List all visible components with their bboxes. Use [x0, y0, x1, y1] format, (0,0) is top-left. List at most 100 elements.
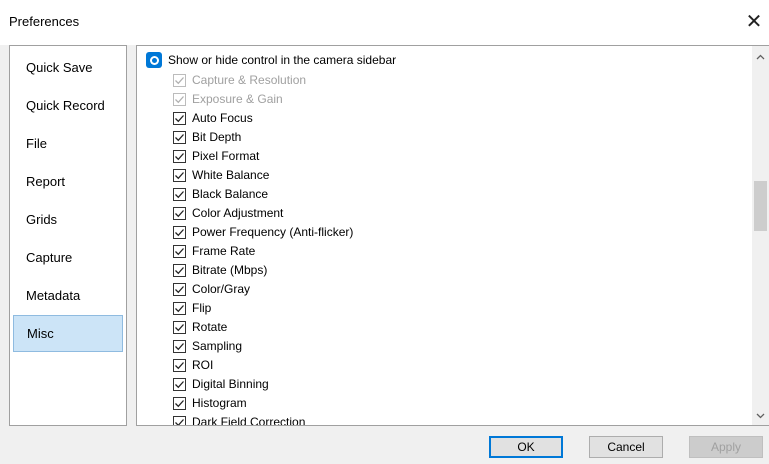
option-label: Exposure & Gain	[192, 92, 283, 106]
option-checkbox-row[interactable]: Flip	[173, 299, 211, 317]
scrollbar-thumb[interactable]	[754, 181, 767, 231]
checkbox[interactable]	[173, 130, 186, 144]
chevron-up-icon[interactable]	[752, 48, 769, 65]
sidebar-item-capture[interactable]: Capture	[13, 241, 123, 274]
sidebar-item-label: Grids	[26, 212, 58, 227]
option-label: Auto Focus	[192, 111, 253, 125]
checkmark-icon	[175, 95, 184, 103]
checkbox[interactable]	[173, 244, 186, 258]
option-checkbox-row[interactable]: Dark Field Correction	[173, 413, 306, 426]
checkmark-icon	[175, 418, 184, 425]
checkmark-icon	[175, 190, 184, 198]
dialog-body: Quick Save Quick Record File Report Grid…	[0, 45, 769, 464]
checkbox[interactable]	[173, 415, 186, 425]
option-label: Bitrate (Mbps)	[192, 263, 268, 277]
option-label: ROI	[192, 358, 214, 372]
option-checkbox-row[interactable]: Frame Rate	[173, 242, 255, 260]
option-label: Color/Gray	[192, 282, 251, 296]
checkmark-icon	[175, 171, 184, 179]
checkbox[interactable]	[173, 377, 186, 391]
checkmark-icon	[175, 247, 184, 255]
checkbox[interactable]	[173, 263, 186, 277]
checkbox[interactable]	[173, 320, 186, 334]
vertical-scrollbar[interactable]	[752, 46, 769, 425]
option-label: Frame Rate	[192, 244, 256, 258]
ok-button[interactable]: OK	[489, 436, 563, 458]
sidebar-item-label: Report	[26, 174, 66, 189]
checkmark-icon	[175, 152, 184, 160]
option-checkbox-row[interactable]: Color Adjustment	[173, 204, 283, 222]
sidebar-item-file[interactable]: File	[13, 127, 123, 160]
checkmark-icon	[175, 114, 184, 122]
option-checkbox-row[interactable]: Digital Binning	[173, 375, 269, 393]
option-label: Rotate	[192, 320, 228, 334]
checkmark-icon	[175, 399, 184, 407]
option-checkbox-row[interactable]: Bit Depth	[173, 128, 241, 146]
chevron-down-icon[interactable]	[752, 407, 769, 424]
window-title: Preferences	[9, 14, 80, 29]
option-checkbox-row[interactable]: Histogram	[173, 394, 247, 412]
sidebar-item-grids[interactable]: Grids	[13, 203, 123, 236]
checkbox	[173, 73, 186, 87]
option-checkbox-row[interactable]: Color/Gray	[173, 280, 250, 298]
sidebar-visibility-radio[interactable]: Show or hide control in the camera sideb…	[146, 52, 396, 68]
option-label: Flip	[192, 301, 212, 315]
sidebar-item-report[interactable]: Report	[13, 165, 123, 198]
checkbox[interactable]	[173, 358, 186, 372]
sidebar-item-label: Quick Record	[26, 98, 105, 113]
option-label: Capture & Resolution	[192, 73, 307, 87]
option-label: Black Balance	[192, 187, 269, 201]
apply-button[interactable]: Apply	[689, 436, 763, 458]
sidebar-item-metadata[interactable]: Metadata	[13, 279, 123, 312]
option-label: Sampling	[192, 339, 243, 353]
checkbox[interactable]	[173, 396, 186, 410]
option-checkbox-row[interactable]: White Balance	[173, 166, 269, 184]
title-bar: Preferences ✕	[0, 0, 769, 45]
checkbox[interactable]	[173, 339, 186, 353]
checkmark-icon	[175, 304, 184, 312]
checkbox	[173, 92, 186, 106]
sidebar-item-quick-save[interactable]: Quick Save	[13, 51, 123, 84]
option-checkbox-row[interactable]: Rotate	[173, 318, 227, 336]
checkmark-icon	[175, 266, 184, 274]
misc-settings-panel: Show or hide control in the camera sideb…	[136, 45, 769, 426]
checkbox[interactable]	[173, 187, 186, 201]
option-checkbox-row[interactable]: Sampling	[173, 337, 242, 355]
option-checkbox-row[interactable]: Pixel Format	[173, 147, 259, 165]
option-checkbox-row[interactable]: ROI	[173, 356, 213, 374]
option-label: Color Adjustment	[192, 206, 284, 220]
checkbox[interactable]	[173, 111, 186, 125]
sidebar-item-misc[interactable]: Misc	[13, 315, 123, 352]
checkmark-icon	[175, 209, 184, 217]
option-label: Digital Binning	[192, 377, 269, 391]
option-checkbox-row: Exposure & Gain	[173, 90, 283, 108]
checkmark-icon	[175, 133, 184, 141]
option-label: Dark Field Correction	[192, 415, 306, 426]
checkbox[interactable]	[173, 149, 186, 163]
checkbox[interactable]	[173, 301, 186, 315]
close-icon[interactable]: ✕	[739, 8, 769, 34]
option-checkbox-row[interactable]: Black Balance	[173, 185, 268, 203]
checkmark-icon	[175, 76, 184, 84]
cancel-button[interactable]: Cancel	[589, 436, 663, 458]
checkmark-icon	[175, 380, 184, 388]
checkmark-icon	[175, 228, 184, 236]
sidebar-item-label: Misc	[27, 326, 54, 341]
checkmark-icon	[175, 342, 184, 350]
checkbox[interactable]	[173, 225, 186, 239]
option-checkbox-row[interactable]: Bitrate (Mbps)	[173, 261, 267, 279]
option-checkbox-row[interactable]: Power Frequency (Anti-flicker)	[173, 223, 353, 241]
option-label: Power Frequency (Anti-flicker)	[192, 225, 354, 239]
checkbox[interactable]	[173, 206, 186, 220]
sidebar-item-quick-record[interactable]: Quick Record	[13, 89, 123, 122]
checkbox[interactable]	[173, 168, 186, 182]
checkmark-icon	[175, 285, 184, 293]
preferences-sidebar: Quick Save Quick Record File Report Grid…	[9, 45, 127, 426]
sidebar-item-label: Capture	[26, 250, 73, 265]
radio-selected-icon	[146, 52, 162, 68]
sidebar-item-label: File	[26, 136, 47, 151]
checkbox[interactable]	[173, 282, 186, 296]
option-checkbox-row[interactable]: Auto Focus	[173, 109, 253, 127]
checkmark-icon	[175, 361, 184, 369]
dialog-footer: OK Cancel Apply	[0, 426, 769, 464]
